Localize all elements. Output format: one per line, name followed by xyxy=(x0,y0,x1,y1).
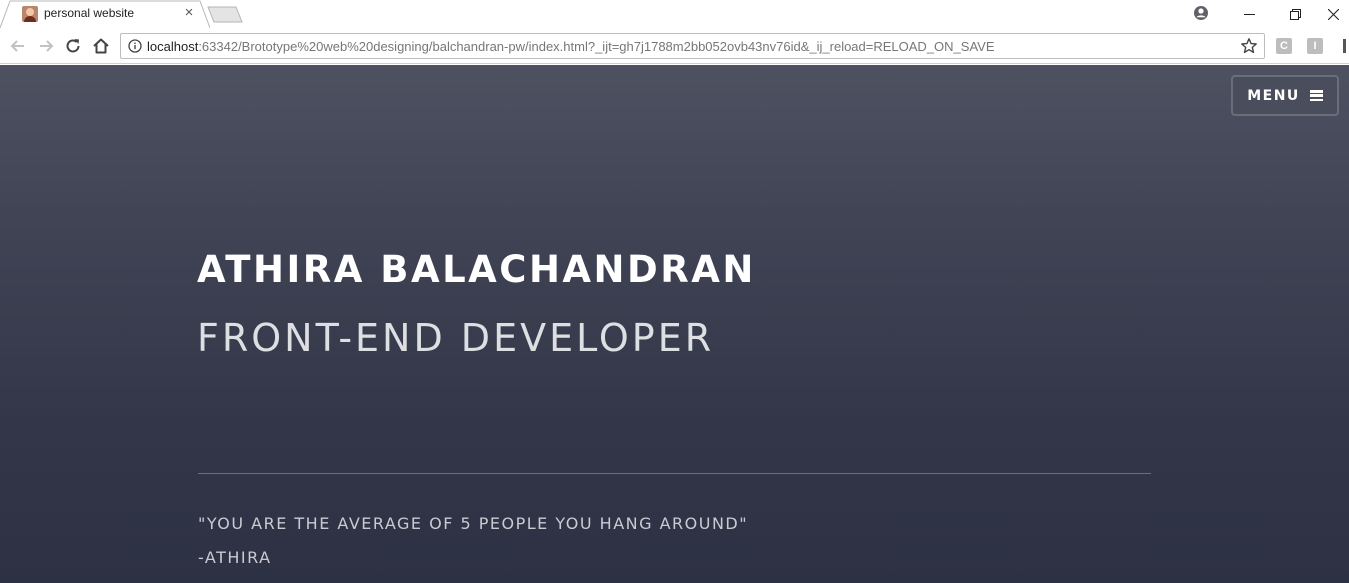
restore-button[interactable] xyxy=(1272,0,1318,28)
tab-personal-website[interactable]: personal website × xyxy=(10,0,200,28)
reload-button[interactable] xyxy=(63,36,83,56)
url-text: localhost:63342/Brototype%20web%20design… xyxy=(147,39,995,54)
favicon-icon xyxy=(22,6,38,22)
url-path: :63342/Brototype%20web%20designing/balch… xyxy=(198,39,995,54)
forward-button[interactable] xyxy=(36,36,56,56)
browser-toolbar: localhost:63342/Brototype%20web%20design… xyxy=(0,28,1349,64)
hamburger-icon xyxy=(1309,90,1323,101)
extension-i-icon[interactable]: I xyxy=(1307,38,1323,54)
minimize-icon xyxy=(1243,13,1255,15)
divider xyxy=(198,473,1151,474)
hero-name: ATHIRA BALACHANDRAN xyxy=(197,248,756,291)
home-button[interactable] xyxy=(91,36,111,56)
quote-author: -ATHIRA xyxy=(198,548,272,567)
hero-role: FRONT-END DEVELOPER xyxy=(197,316,715,360)
tab-close-icon[interactable]: × xyxy=(182,5,196,20)
tab-title: personal website xyxy=(44,6,135,20)
menu-button[interactable]: MENU xyxy=(1231,75,1339,116)
minimize-button[interactable] xyxy=(1226,0,1272,28)
address-bar[interactable]: localhost:63342/Brototype%20web%20design… xyxy=(120,33,1265,59)
profile-icon[interactable] xyxy=(1193,5,1209,21)
new-tab-button[interactable] xyxy=(207,6,243,23)
close-icon xyxy=(1328,8,1339,20)
browser-menu-icon[interactable] xyxy=(1343,38,1349,54)
bookmark-star-icon[interactable] xyxy=(1240,37,1258,55)
browser-tab-strip: personal website × xyxy=(0,0,1349,28)
menu-label: MENU xyxy=(1247,87,1300,104)
quote-text: "YOU ARE THE AVERAGE OF 5 PEOPLE YOU HAN… xyxy=(198,514,749,533)
extension-c-icon[interactable]: C xyxy=(1276,38,1292,54)
close-window-button[interactable] xyxy=(1318,0,1349,28)
restore-icon xyxy=(1289,8,1301,20)
back-button[interactable] xyxy=(8,36,28,56)
page-hero: MENU ATHIRA BALACHANDRAN FRONT-END DEVEL… xyxy=(0,65,1349,583)
info-icon[interactable] xyxy=(128,39,142,53)
url-host: localhost xyxy=(147,39,199,54)
